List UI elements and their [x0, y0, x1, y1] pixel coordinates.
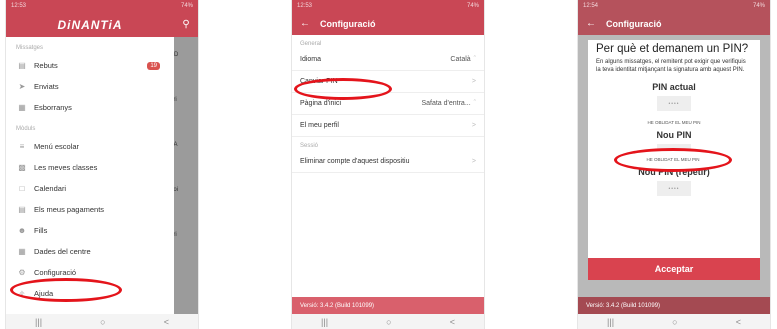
- list-item: poi: [170, 187, 179, 193]
- menu-item-dades-centre[interactable]: ▦ Dades del centre: [6, 241, 174, 262]
- status-bar: 12:53 74%: [6, 0, 198, 12]
- back-button[interactable]: <: [450, 317, 455, 327]
- status-bar: 12:53 74%: [292, 0, 484, 12]
- current-pin-input[interactable]: ••••: [657, 96, 691, 111]
- menu-item-label: Les meves classes: [34, 163, 98, 172]
- setting-value: Català: [450, 56, 471, 63]
- search-icon[interactable]: ⚲: [174, 12, 198, 37]
- back-arrow-icon[interactable]: ←: [586, 18, 596, 29]
- version-footer: Versió: 3.4.2 (Build 101099): [292, 297, 484, 314]
- payment-icon: ▤: [18, 205, 26, 214]
- navigation-drawer: DiNANTiA Missatges ▤ Rebuts 19 ➤ Enviats…: [6, 12, 174, 314]
- forgot-pin-highlighted[interactable]: HE OBLIDAT EL MEU PIN: [614, 157, 732, 162]
- building-icon: ▦: [18, 247, 26, 256]
- current-pin-label: PIN actual: [652, 82, 696, 92]
- setting-el-meu-perfil[interactable]: El meu perfil >: [292, 115, 484, 137]
- page-title: Configuració: [606, 18, 662, 29]
- section-label-session: Sessió: [300, 143, 319, 149]
- section-label-messages: Missatges: [16, 45, 44, 51]
- home-button[interactable]: ○: [386, 317, 391, 327]
- system-nav-bar: ||| ○ <: [578, 314, 770, 329]
- menu-item-label: Menú escolar: [34, 142, 80, 151]
- menu-icon: ≡: [19, 142, 25, 151]
- recents-button[interactable]: |||: [35, 317, 42, 327]
- system-nav-bar: ||| ○ <: [292, 314, 484, 329]
- setting-idioma[interactable]: Idioma Català ˆ: [292, 49, 484, 71]
- menu-item-esborranys[interactable]: ▦ Esborranys: [6, 97, 174, 118]
- page-title: Configuració: [320, 18, 376, 29]
- menu-item-label: Rebuts: [34, 61, 58, 70]
- new-pin-label: Nou PIN: [656, 130, 692, 140]
- gear-icon: ⚙: [18, 268, 26, 277]
- home-button[interactable]: ○: [100, 317, 105, 327]
- chevron-right-icon: >: [471, 158, 476, 165]
- setting-label: Idioma: [300, 56, 322, 63]
- phone-screen-pin-dialog: 12:54 74% ← Configuració Per què et dema…: [578, 0, 770, 329]
- chevron-right-icon: >: [471, 122, 476, 129]
- draft-icon: ▦: [18, 103, 26, 112]
- recents-button[interactable]: |||: [607, 317, 614, 327]
- back-button[interactable]: <: [736, 317, 741, 327]
- highlight-oval: [10, 278, 122, 302]
- list-item: PA: [170, 142, 198, 148]
- chevron-right-icon: >: [471, 78, 476, 85]
- calendar-icon: □: [19, 184, 25, 193]
- menu-item-label: Els meus pagaments: [34, 205, 105, 214]
- section-label-modules: Mòduls: [16, 126, 36, 132]
- phone-screen-drawer: 12:53 74% AD ari PA poi ari ⚲ DiNANTiA M…: [6, 0, 198, 329]
- dropdown-icon: ˆ: [473, 100, 476, 107]
- status-time: 12:54: [583, 3, 599, 9]
- dropdown-icon: ˆ: [473, 56, 476, 63]
- app-bar: ← Configuració: [578, 12, 770, 35]
- app-bar: ← Configuració: [292, 12, 484, 35]
- section-label-general: General: [300, 41, 322, 47]
- accept-button[interactable]: Acceptar: [588, 258, 760, 280]
- menu-item-label: Fills: [34, 226, 48, 235]
- classes-icon: ▩: [18, 163, 26, 172]
- status-bar: 12:54 74%: [578, 0, 770, 12]
- dialog-description: En alguns missatges, el remitent pot exi…: [596, 59, 746, 73]
- status-battery: 74%: [752, 3, 765, 9]
- dialog-title: Per què et demanem un PIN?: [596, 43, 749, 55]
- status-battery: 74%: [180, 3, 193, 9]
- phone-screen-settings: 12:53 74% ← Configuració General Idioma …: [292, 0, 484, 329]
- home-button[interactable]: ○: [672, 317, 677, 327]
- list-item: ari: [170, 97, 198, 103]
- list-item: ari: [170, 232, 198, 238]
- menu-item-fills[interactable]: ☻ Fills: [6, 220, 174, 241]
- unread-badge: 19: [147, 61, 160, 70]
- recents-button[interactable]: |||: [321, 317, 328, 327]
- list-item: AD: [170, 52, 179, 58]
- menu-item-rebuts[interactable]: ▤ Rebuts 19: [6, 55, 174, 76]
- menu-item-les-meves-classes[interactable]: ▩ Les meves classes: [6, 157, 174, 178]
- highlight-oval: [294, 78, 392, 100]
- app-logo: DiNANTiA: [6, 12, 174, 37]
- setting-label: Eliminar compte d'aquest dispositiu: [300, 158, 410, 165]
- children-icon: ☻: [17, 226, 27, 235]
- status-time: 12:53: [297, 3, 313, 9]
- status-battery: 74%: [466, 3, 479, 9]
- menu-item-label: Enviats: [34, 82, 59, 91]
- version-footer: Versió: 3.4.2 (Build 101099): [578, 297, 770, 314]
- setting-eliminar-compte[interactable]: Eliminar compte d'aquest dispositiu >: [292, 151, 484, 173]
- menu-item-label: Esborranys: [34, 103, 72, 112]
- menu-item-label: Dades del centre: [34, 247, 91, 256]
- setting-label: Pàgina d'inici: [300, 100, 342, 107]
- system-nav-bar: ||| ○ <: [6, 314, 198, 329]
- setting-label: El meu perfil: [300, 122, 339, 129]
- send-icon: ➤: [18, 82, 26, 91]
- menu-item-calendari[interactable]: □ Calendari: [6, 178, 174, 199]
- menu-item-label: Configuració: [34, 268, 77, 277]
- repeat-pin-input[interactable]: ••••: [657, 181, 691, 196]
- setting-value: Safata d'entra...: [421, 100, 471, 107]
- menu-item-label: Calendari: [34, 184, 67, 193]
- back-arrow-icon[interactable]: ←: [300, 18, 310, 29]
- inbox-icon: ▤: [18, 61, 26, 70]
- menu-item-enviats[interactable]: ➤ Enviats: [6, 76, 174, 97]
- menu-item-menu-escolar[interactable]: ≡ Menú escolar: [6, 136, 174, 157]
- menu-item-pagaments[interactable]: ▤ Els meus pagaments: [6, 199, 174, 220]
- status-time: 12:53: [11, 3, 27, 9]
- back-button[interactable]: <: [164, 317, 169, 327]
